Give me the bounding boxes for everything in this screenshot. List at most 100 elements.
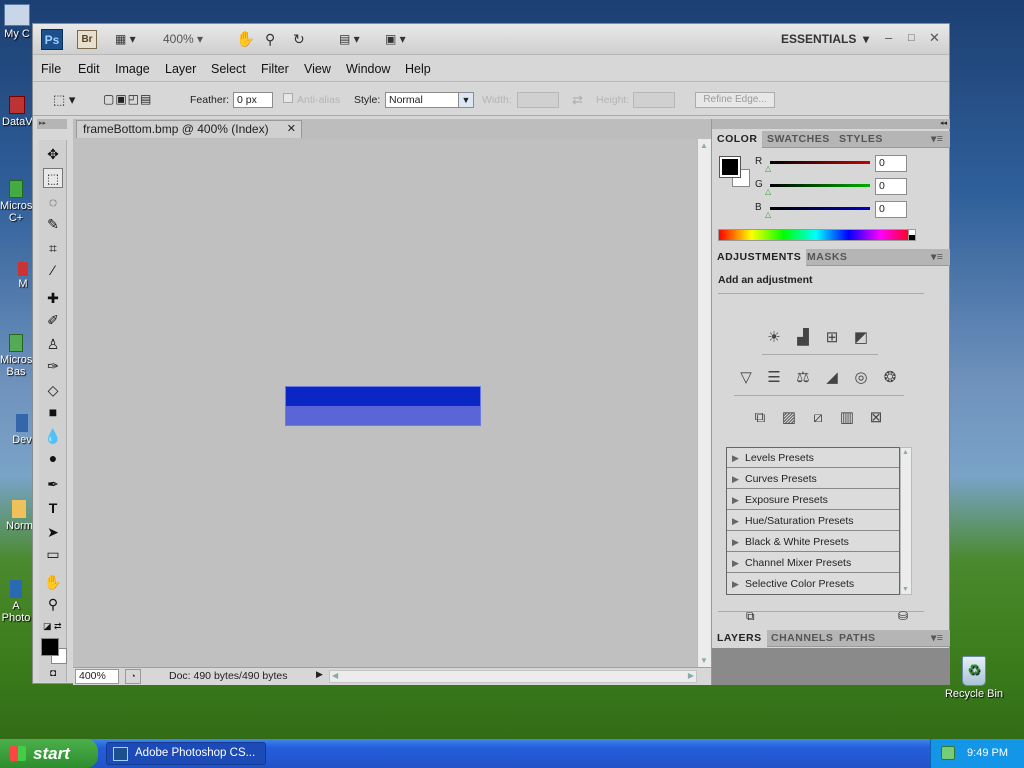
dodge-tool-icon[interactable]: ● (43, 448, 63, 468)
selective-color-icon[interactable]: ⊠ (864, 407, 888, 429)
preset-hue-saturation[interactable]: ▶ Hue/Saturation Presets (727, 511, 899, 531)
zoom-level-dropdown[interactable]: 400% ▾ (163, 30, 203, 49)
hand-tool-icon[interactable]: ✋ (236, 30, 255, 49)
tray-network-icon[interactable] (941, 746, 955, 760)
slider-thumb-icon[interactable]: △ (765, 187, 771, 196)
brush-tool-icon[interactable]: ✐ (43, 310, 63, 330)
horizontal-scrollbar[interactable]: ◀ ▶ (329, 670, 697, 683)
slider-thumb-icon[interactable]: △ (765, 210, 771, 219)
rotate-view-icon[interactable]: ↻ (293, 30, 305, 49)
quick-mask-icon[interactable]: ◘ (43, 668, 63, 680)
status-menu-arrow-icon[interactable]: ▶ (316, 669, 323, 680)
arrange-documents-button[interactable]: ▤ ▾ (339, 30, 360, 49)
preset-selective-color[interactable]: ▶ Selective Color Presets (727, 574, 899, 594)
menu-select[interactable]: Select (211, 62, 246, 76)
tab-masks[interactable]: MASKS (802, 249, 852, 266)
desktop-icon-photoshop[interactable]: A Photo (0, 580, 32, 624)
shape-tool-icon[interactable]: ▭ (43, 544, 63, 564)
foreground-color-swatch[interactable] (41, 638, 59, 656)
preset-curves[interactable]: ▶ Curves Presets (727, 469, 899, 489)
channel-r-value[interactable]: 0 (875, 155, 907, 172)
maximize-button[interactable]: □ (908, 32, 915, 44)
desktop-icon-ms-cpp[interactable]: Micros C+ (0, 180, 32, 224)
menu-layer[interactable]: Layer (165, 62, 196, 76)
channel-mixer-icon[interactable]: ❂ (878, 367, 902, 389)
screen-mode-button[interactable]: ▣ ▾ (385, 30, 406, 49)
quick-selection-tool-icon[interactable]: ✎ (43, 214, 63, 234)
pen-tool-icon[interactable]: ✒ (43, 474, 63, 494)
slider-thumb-icon[interactable]: △ (765, 164, 771, 173)
desktop-icon-datav[interactable]: DataV (2, 96, 33, 128)
width-input[interactable] (517, 92, 559, 108)
menu-filter[interactable]: Filter (261, 62, 289, 76)
clock[interactable]: 9:49 PM (967, 747, 1008, 759)
return-to-list-icon[interactable]: ⧉ (746, 609, 755, 624)
tab-styles[interactable]: STYLES (834, 131, 888, 148)
photoshop-logo-icon[interactable]: Ps (41, 29, 63, 50)
tab-adjustments[interactable]: ADJUSTMENTS (712, 249, 807, 266)
desktop-icon-dev[interactable]: Dev (12, 414, 32, 446)
color-balance-icon[interactable]: ⚖ (791, 367, 815, 389)
panel-menu-icon[interactable]: ▾≡ (926, 249, 948, 266)
vertical-scrollbar[interactable]: ▲ ▼ (697, 139, 711, 667)
new-selection-icon[interactable]: ▢▣◰▤ (103, 92, 152, 106)
close-button[interactable]: ✕ (929, 30, 940, 46)
status-zoom-field[interactable]: 400% (75, 669, 119, 684)
menu-image[interactable]: Image (115, 62, 150, 76)
threshold-icon[interactable]: ⧄ (806, 407, 830, 429)
scroll-up-icon[interactable]: ▲ (700, 141, 708, 150)
tab-paths[interactable]: PATHS (834, 630, 881, 647)
clip-to-layer-icon[interactable]: ⛁ (898, 609, 908, 623)
taskbar-photoshop-button[interactable]: Adobe Photoshop CS... (106, 742, 266, 765)
view-extras-button[interactable]: ▦ ▾ (115, 30, 136, 49)
type-tool-icon[interactable]: T (43, 498, 63, 518)
zoom-tool-icon[interactable]: ⚲ (43, 594, 63, 614)
preset-black-white[interactable]: ▶ Black & White Presets (727, 532, 899, 552)
channel-g-slider[interactable] (770, 184, 870, 187)
style-select[interactable]: Normal ▼ (385, 92, 474, 108)
tab-color[interactable]: COLOR (712, 131, 763, 148)
posterize-icon[interactable]: ▨ (777, 407, 801, 429)
vibrance-icon[interactable]: ▽ (734, 367, 758, 389)
preset-levels[interactable]: ▶ Levels Presets (727, 448, 899, 468)
minimize-button[interactable]: – (885, 30, 892, 45)
zoom-tool-icon[interactable]: ⚲ (265, 30, 275, 49)
marquee-preset-icon[interactable]: ⬚ ▾ (53, 92, 75, 108)
blur-tool-icon[interactable]: 💧 (43, 426, 63, 446)
preset-exposure[interactable]: ▶ Exposure Presets (727, 490, 899, 510)
channel-r-slider[interactable] (770, 161, 870, 164)
desktop-icon-my-computer[interactable]: My C (2, 4, 32, 40)
move-tool-icon[interactable]: ✥ (43, 144, 63, 164)
antialias-checkbox[interactable] (283, 93, 293, 103)
lasso-tool-icon[interactable]: ◌ (43, 192, 63, 212)
marquee-tool-icon[interactable]: ⬚ (43, 168, 63, 188)
height-input[interactable] (633, 92, 675, 108)
panel-menu-icon[interactable]: ▾≡ (926, 131, 948, 148)
start-button[interactable]: start (0, 739, 98, 768)
preset-channel-mixer[interactable]: ▶ Channel Mixer Presets (727, 553, 899, 573)
tab-layers[interactable]: LAYERS (712, 630, 767, 647)
desktop-icon-m[interactable]: M (14, 262, 32, 290)
exposure-icon[interactable]: ◩ (849, 327, 873, 349)
menu-file[interactable]: File (41, 62, 61, 76)
workspace-switcher[interactable]: ESSENTIALS ▾ (781, 32, 869, 46)
bridge-icon[interactable]: Br (77, 30, 97, 49)
photo-filter-icon[interactable]: ◎ (849, 367, 873, 389)
refine-edge-button[interactable]: Refine Edge... (695, 92, 775, 108)
desktop-icon-norm[interactable]: Norm (6, 500, 33, 532)
default-colors-icon[interactable]: ◪ ⇄ (43, 616, 63, 636)
status-info-icon[interactable]: ◔ (125, 669, 141, 684)
healing-brush-tool-icon[interactable]: ✚ (43, 288, 63, 308)
document-tab[interactable]: frameBottom.bmp @ 400% (Index) ✕ (76, 120, 302, 138)
eraser-tool-icon[interactable]: ◇ (43, 380, 63, 400)
eyedropper-tool-icon[interactable]: ⁄ (43, 260, 63, 280)
tab-channels[interactable]: CHANNELS (766, 630, 838, 647)
curves-icon[interactable]: ⊞ (820, 327, 844, 349)
menu-view[interactable]: View (304, 62, 331, 76)
tab-swatches[interactable]: SWATCHES (762, 131, 835, 148)
menu-window[interactable]: Window (346, 62, 390, 76)
menu-edit[interactable]: Edit (78, 62, 100, 76)
black-white-icon[interactable]: ◢ (820, 367, 844, 389)
color-spectrum-bar[interactable] (718, 229, 914, 241)
scroll-down-icon[interactable]: ▼ (700, 656, 708, 665)
